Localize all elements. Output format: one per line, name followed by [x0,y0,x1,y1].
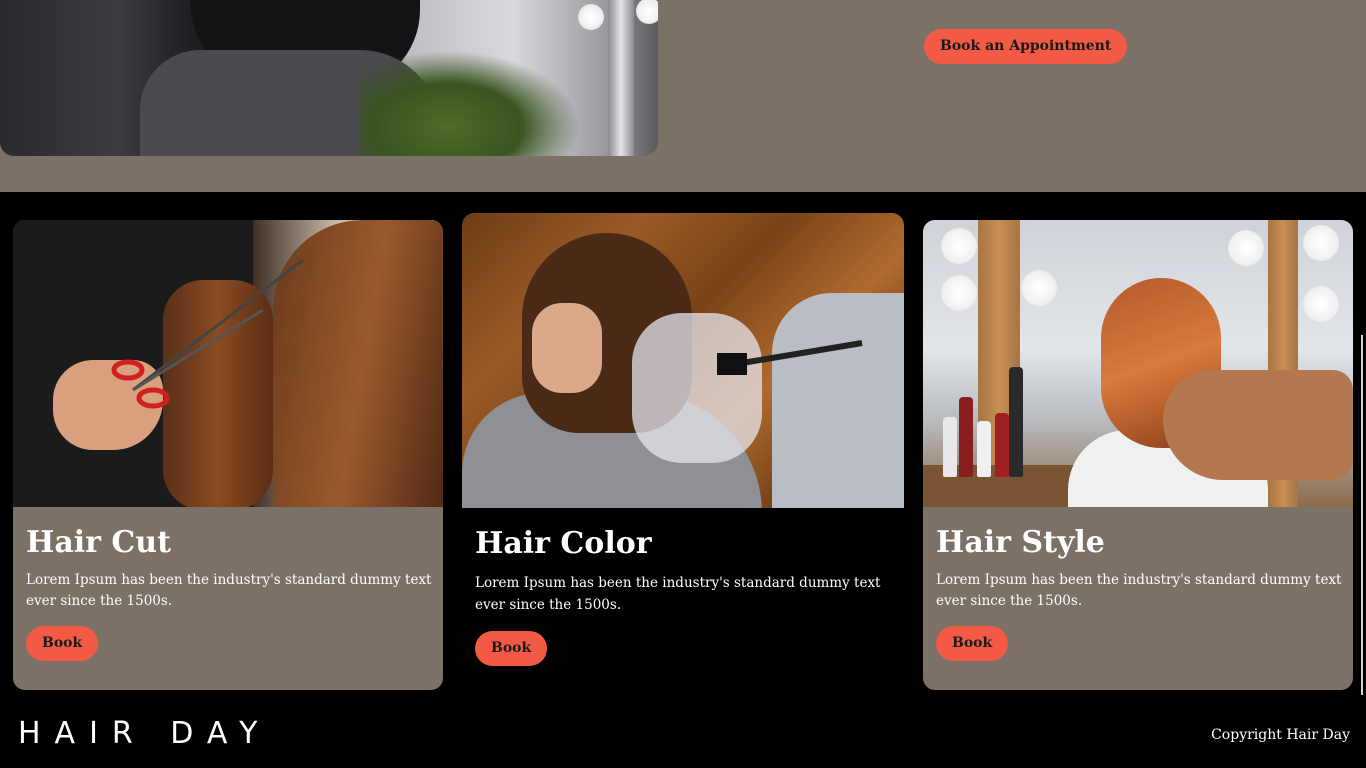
copyright-text: Copyright Hair Day [1211,727,1350,743]
service-card-hair-color: Hair Color Lorem Ipsum has been the indu… [462,213,904,690]
service-title: Hair Cut [26,525,171,560]
hero-section: Book an Appointment [0,0,1366,192]
service-card-hair-cut: Hair Cut Lorem Ipsum has been the indust… [13,220,443,690]
hero-salon-photo [0,0,658,156]
service-title: Hair Style [936,525,1105,560]
service-description: Lorem Ipsum has been the industry's stan… [936,572,1342,609]
page-scrollbar[interactable] [1361,335,1363,695]
tint-brush-icon [717,340,863,375]
hair-style-photo [923,220,1353,507]
hair-cut-photo [13,220,443,507]
hair-color-photo [462,213,904,508]
service-card-hair-style: Hair Style Lorem Ipsum has been the indu… [923,220,1353,690]
service-description: Lorem Ipsum has been the industry's stan… [475,575,881,613]
book-hair-color-button[interactable]: Book [475,631,548,666]
service-title: Hair Color [475,526,652,561]
book-appointment-button[interactable]: Book an Appointment [924,29,1128,64]
book-hair-style-button[interactable]: Book [936,626,1009,661]
scissors-icon [111,258,304,409]
service-description: Lorem Ipsum has been the industry's stan… [26,572,432,609]
site-logo[interactable]: HAIR DAY [18,716,271,751]
book-hair-cut-button[interactable]: Book [26,626,99,661]
